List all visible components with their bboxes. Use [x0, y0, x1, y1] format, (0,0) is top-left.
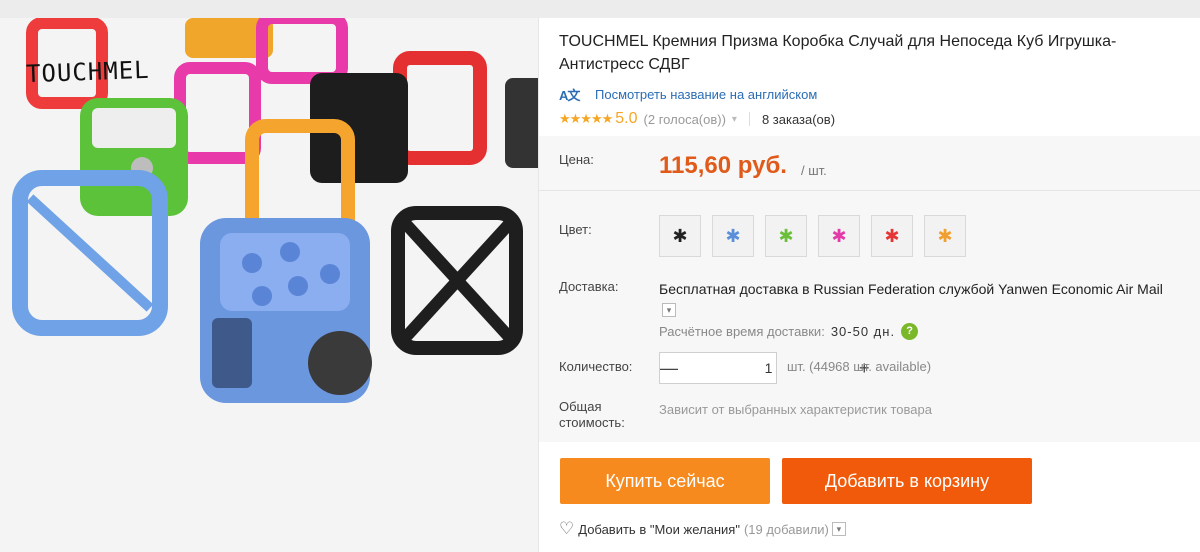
rating-row: ★★★★★ 5.0 (2 голоса(ов)) ▾ 8 заказа(ов) — [559, 110, 835, 128]
delivery-label: Доставка: — [559, 279, 619, 294]
price-value: 115,60 руб. — [659, 152, 787, 179]
price-unit: / шт. — [801, 163, 827, 178]
wishlist-label: Добавить в "Мои желания" — [578, 521, 740, 537]
quantity-decrease-button[interactable]: — — [660, 353, 678, 383]
chevron-down-icon[interactable]: ▾ — [732, 114, 737, 125]
color-swatch-orange[interactable]: ✱ — [924, 215, 966, 257]
rating-score: 5.0 — [615, 110, 638, 127]
color-swatch-green[interactable]: ✱ — [765, 215, 807, 257]
total-label: Общая стоимость: — [559, 399, 625, 430]
quantity-stepper: — + — [659, 352, 870, 384]
orders-count: 8 заказа(ов) — [761, 111, 836, 127]
price-label: Цена: — [559, 152, 594, 167]
add-to-cart-button[interactable]: Добавить в корзину — [782, 458, 1032, 504]
translate-link[interactable]: A文 Посмотреть название на английском — [559, 85, 818, 104]
wishlist-row[interactable]: ♡ Добавить в "Мои желания" (19 добавили)… — [559, 519, 846, 539]
wishlist-count: (19 добавили) — [743, 521, 829, 537]
buy-now-button[interactable]: Купить сейчас — [560, 458, 770, 504]
options-area: Цена: 115,60 руб. / шт. Цвет: ✱ ✱ ✱ ✱ ✱ … — [539, 136, 1200, 442]
product-title: TOUCHMEL Кремния Призма Коробка Случай д… — [559, 33, 1117, 73]
cube-icon: ✱ — [778, 225, 794, 246]
total-value: Зависит от выбранных характеристик товар… — [659, 402, 932, 417]
delivery-eta: Расчётное время доставки: 30-50 дн. ? — [659, 323, 919, 340]
cube-icon: ✱ — [884, 225, 900, 246]
brand-watermark: TOUCHMEL — [25, 55, 151, 89]
divider — [748, 112, 750, 126]
delivery-text: Бесплатная доставка в Russian Federation… — [659, 281, 1163, 297]
help-icon[interactable]: ? — [901, 323, 919, 340]
cube-icon: ✱ — [672, 225, 688, 246]
delivery-info: Бесплатная доставка в Russian Federation… — [659, 279, 1179, 319]
product-photo — [0, 18, 538, 552]
cube-icon: ✱ — [937, 225, 953, 246]
color-swatch-black[interactable]: ✱ — [659, 215, 701, 257]
color-swatch-red[interactable]: ✱ — [871, 215, 913, 257]
eta-value: 30-50 дн. — [830, 324, 896, 339]
quantity-label: Количество: — [559, 359, 633, 374]
rating-votes-link[interactable]: (2 голоса(ов)) — [644, 112, 726, 127]
chevron-down-icon[interactable]: ▾ — [831, 522, 846, 536]
cube-icon: ✱ — [831, 225, 847, 246]
translate-link-label: Посмотреть название на английском — [595, 86, 818, 102]
color-swatches: ✱ ✱ ✱ ✱ ✱ ✱ — [659, 215, 977, 257]
star-rating-icon: ★★★★★ — [559, 111, 613, 126]
translate-icon: A文 — [559, 88, 580, 103]
color-label: Цвет: — [559, 222, 592, 237]
quantity-available: шт. (44968 шт. available) — [787, 359, 932, 374]
product-image[interactable]: TOUCHMEL — [0, 18, 538, 552]
heart-icon: ♡ — [559, 519, 575, 538]
eta-label: Расчётное время доставки: — [659, 324, 825, 339]
cube-icon: ✱ — [725, 225, 741, 246]
chevron-down-icon[interactable]: ▾ — [662, 303, 676, 318]
color-swatch-blue[interactable]: ✱ — [712, 215, 754, 257]
color-swatch-pink[interactable]: ✱ — [818, 215, 860, 257]
divider — [539, 190, 1200, 191]
product-info-panel: TOUCHMEL Кремния Призма Коробка Случай д… — [538, 18, 1200, 552]
top-strip — [0, 0, 1200, 18]
